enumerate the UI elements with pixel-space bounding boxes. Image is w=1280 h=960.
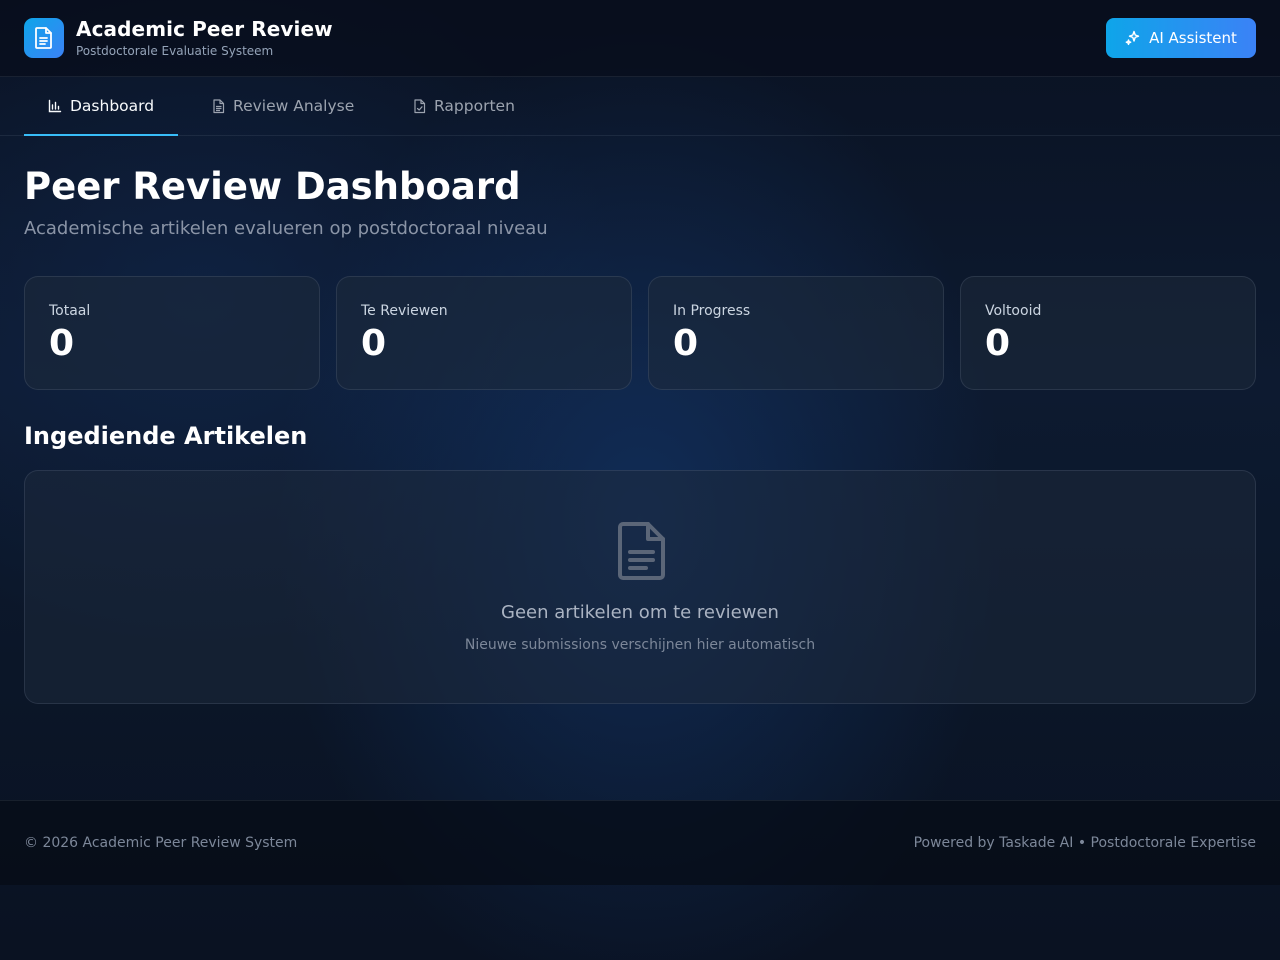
app-footer: © 2026 Academic Peer Review System Power…: [0, 800, 1280, 885]
sparkles-icon: [1125, 30, 1140, 46]
tab-review-analyse[interactable]: Review Analyse: [212, 77, 354, 135]
document-icon: [618, 522, 665, 580]
page-title: Peer Review Dashboard: [24, 165, 521, 208]
stat-card-te-reviewen: Te Reviewen 0: [336, 276, 632, 390]
tab-label: Rapporten: [434, 97, 515, 115]
stat-card-totaal: Totaal 0: [24, 276, 320, 390]
stat-label: Te Reviewen: [361, 303, 448, 319]
section-title: Ingediende Artikelen: [24, 422, 308, 450]
file-check-icon: [414, 98, 426, 113]
tab-dashboard[interactable]: Dashboard: [24, 77, 179, 136]
page-subtitle: Academische artikelen evalueren op postd…: [24, 218, 548, 239]
tab-bar: Dashboard Review Analyse Rapporten: [0, 77, 1280, 136]
stat-label: Voltooid: [985, 303, 1042, 319]
bar-chart-icon: [48, 99, 62, 113]
document-icon: [213, 98, 225, 113]
stat-value: 0: [361, 323, 387, 364]
empty-state-title: Geen artikelen om te reviewen: [501, 602, 779, 623]
stat-label: Totaal: [49, 303, 91, 319]
app-title: Academic Peer Review: [76, 17, 333, 41]
document-icon: [35, 27, 52, 49]
stat-label: In Progress: [673, 303, 751, 319]
app-header: Academic Peer Review Postdoctorale Evalu…: [0, 0, 1280, 77]
empty-state-subtitle: Nieuwe submissions verschijnen hier auto…: [464, 637, 816, 653]
stat-card-voltooid: Voltooid 0: [960, 276, 1256, 390]
stat-card-in-progress: In Progress 0: [648, 276, 944, 390]
app-logo: [24, 18, 64, 58]
tab-label: Review Analyse: [233, 97, 355, 115]
ai-assistant-button[interactable]: AI Assistent: [1106, 18, 1256, 58]
footer-credits: Powered by Taskade AI • Postdoctorale Ex…: [913, 835, 1256, 851]
articles-empty-state: Geen artikelen om te reviewen Nieuwe sub…: [24, 470, 1256, 704]
stat-value: 0: [49, 323, 75, 364]
app-subtitle: Postdoctorale Evaluatie Systeem: [76, 44, 274, 58]
tab-label: Dashboard: [70, 97, 155, 115]
stat-value: 0: [985, 323, 1011, 364]
stat-value: 0: [673, 323, 699, 364]
ai-assistant-label: AI Assistent: [1149, 29, 1237, 47]
tab-rapporten[interactable]: Rapporten: [413, 77, 515, 135]
footer-copyright: © 2026 Academic Peer Review System: [24, 835, 298, 851]
